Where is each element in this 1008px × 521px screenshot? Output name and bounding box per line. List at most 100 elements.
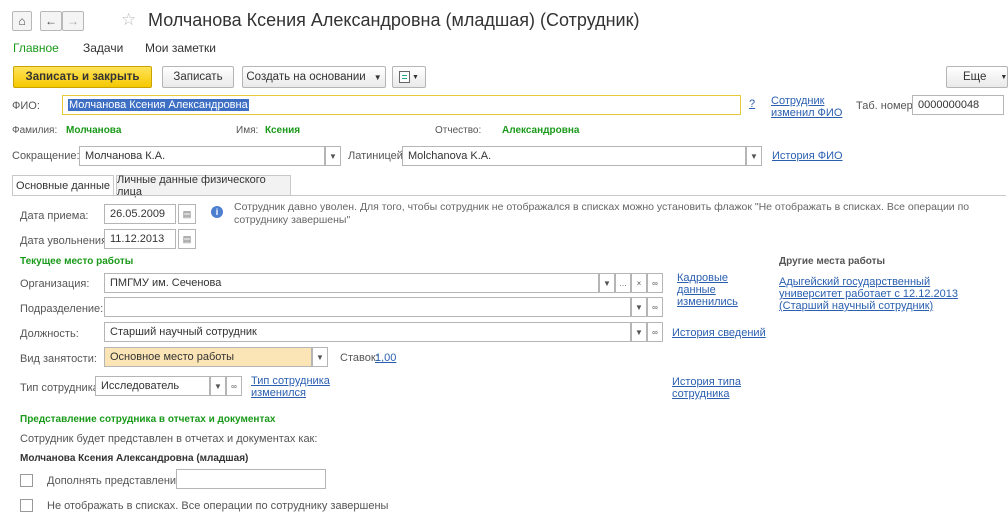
tab-number-label: Таб. номер:	[856, 100, 916, 112]
dept-label: Подразделение:	[20, 303, 104, 315]
rate-link[interactable]: 1,00	[375, 352, 396, 364]
other-places-title: Другие места работы	[779, 256, 886, 267]
latin-label: Латиницей:	[348, 150, 406, 162]
type-history-link[interactable]: История типа сотрудника	[672, 376, 752, 400]
employee-type-label: Тип сотрудника:	[20, 382, 102, 394]
representation-value: Молчанова Ксения Александровна (младшая)	[20, 453, 249, 464]
chevron-down-icon: ▼	[214, 381, 222, 391]
position-input[interactable]: Старший научный сотрудник	[104, 322, 631, 342]
org-dropdown[interactable]: ▼	[599, 273, 615, 293]
chevron-down-icon: ▼	[635, 302, 643, 312]
nav-main[interactable]: Главное	[13, 41, 59, 55]
home-button[interactable]: ⌂	[12, 11, 32, 31]
help-link[interactable]: ?	[749, 98, 755, 110]
dismiss-date-calendar-button[interactable]: ▤	[178, 229, 196, 249]
position-label: Должность:	[20, 328, 79, 340]
tab-number-input[interactable]: 0000000048	[912, 95, 1004, 115]
dismiss-date-label: Дата увольнения:	[20, 235, 111, 247]
dismiss-date-input[interactable]: 11.12.2013	[104, 229, 176, 249]
more-button[interactable]: Еще ▼	[946, 66, 1008, 88]
fio-input[interactable]: Молчанова Ксения Александровна	[62, 95, 741, 115]
position-open-button[interactable]: ∞	[647, 322, 663, 342]
employment-label: Вид занятости:	[20, 353, 97, 365]
link-icon: ∞	[652, 327, 658, 337]
create-based-label: Создать на основании	[246, 71, 366, 83]
hide-in-lists-label: Не отображать в списках. Все операции по…	[47, 500, 389, 512]
org-input[interactable]: ПМГМУ им. Сеченова	[104, 273, 599, 293]
short-name-input[interactable]: Молчанова К.А.	[79, 146, 325, 166]
nav-tasks[interactable]: Задачи	[83, 41, 123, 55]
fio-history-link[interactable]: История ФИО	[772, 150, 843, 162]
supplement-label: Дополнять представление	[47, 475, 183, 487]
employee-type-open-button[interactable]: ∞	[226, 376, 242, 396]
link-icon: ∞	[652, 278, 658, 288]
save-close-button[interactable]: Записать и закрыть	[13, 66, 152, 88]
hide-in-lists-checkbox[interactable]	[20, 499, 33, 512]
calendar-icon: ▤	[182, 233, 192, 244]
report-icon	[399, 71, 411, 83]
close-icon: ×	[636, 278, 642, 288]
forward-button[interactable]: →	[62, 11, 84, 31]
window-title: Молчанова Ксения Александровна (младшая)…	[148, 10, 640, 30]
name-label: Имя:	[236, 125, 259, 136]
info-icon: i	[211, 206, 223, 218]
link-icon: ∞	[652, 302, 658, 312]
back-button[interactable]: ←	[40, 11, 62, 31]
employee-type-input[interactable]: Исследователь	[95, 376, 210, 396]
hire-date-calendar-button[interactable]: ▤	[178, 204, 196, 224]
chevron-down-icon: ▼	[373, 72, 382, 82]
hire-date-label: Дата приема:	[20, 210, 89, 222]
employment-input[interactable]: Основное место работы	[104, 347, 312, 367]
chevron-down-icon: ▼	[603, 278, 611, 288]
more-label: Еще	[963, 71, 987, 83]
favorite-star-icon[interactable]: ☆	[121, 10, 136, 30]
chevron-down-icon: ▼	[329, 151, 337, 161]
representation-text: Сотрудник будет представлен в отчетах и …	[20, 433, 318, 445]
hr-data-changed-link[interactable]: Кадровые данные изменились	[677, 272, 761, 308]
dept-open-button[interactable]: ∞	[647, 297, 663, 317]
supplement-checkbox[interactable]	[20, 474, 33, 487]
latin-input[interactable]: Molchanova K.A.	[402, 146, 746, 166]
supplement-input[interactable]	[176, 469, 326, 489]
fio-changed-link[interactable]: Сотрудник изменил ФИО	[771, 95, 847, 119]
ellipsis-icon: …	[619, 278, 627, 288]
employee-type-dropdown[interactable]: ▼	[210, 376, 226, 396]
link-icon: ∞	[231, 381, 237, 391]
other-place-link[interactable]: Адыгейский государственный университет р…	[779, 276, 989, 312]
latin-dropdown[interactable]: ▼	[746, 146, 762, 166]
position-dropdown[interactable]: ▼	[631, 322, 647, 342]
tab-divider	[12, 195, 1006, 196]
employee-type-changed-link[interactable]: Тип сотрудника изменился	[251, 375, 331, 399]
org-open-button[interactable]: ∞	[647, 273, 663, 293]
patronymic-label: Отчество:	[435, 125, 482, 136]
dismissal-info-text: Сотрудник давно уволен. Для того, чтобы …	[234, 201, 970, 226]
arrow-right-icon: →	[67, 14, 79, 28]
dept-input[interactable]	[104, 297, 631, 317]
surname-label: Фамилия:	[12, 125, 58, 136]
org-select-button[interactable]: …	[615, 273, 631, 293]
representation-title: Представление сотрудника в отчетах и док…	[20, 414, 276, 425]
org-clear-button[interactable]: ×	[631, 273, 647, 293]
short-name-label: Сокращение:	[12, 150, 80, 162]
nav-notes[interactable]: Мои заметки	[145, 41, 216, 55]
name-value: Ксения	[265, 125, 301, 136]
info-history-link[interactable]: История сведений	[672, 327, 766, 339]
calendar-icon: ▤	[182, 208, 192, 219]
arrow-left-icon: ←	[45, 14, 57, 28]
fio-value: Молчанова Ксения Александровна	[68, 99, 249, 111]
tab-personal-data[interactable]: Личные данные физического лица	[116, 174, 291, 198]
patronymic-value: Александровна	[502, 125, 580, 136]
employment-dropdown[interactable]: ▼	[312, 347, 328, 367]
chevron-down-icon: ▼	[750, 151, 758, 161]
rate-label: Ставок:	[340, 352, 379, 364]
fio-label: ФИО:	[12, 100, 40, 112]
save-button[interactable]: Записать	[162, 66, 234, 88]
dept-dropdown[interactable]: ▼	[631, 297, 647, 317]
tab-main-data[interactable]: Основные данные	[12, 175, 114, 196]
chevron-down-icon: ▼	[412, 73, 419, 81]
short-name-dropdown[interactable]: ▼	[325, 146, 341, 166]
report-menu-button[interactable]: ▼	[392, 66, 426, 88]
hire-date-input[interactable]: 26.05.2009	[104, 204, 176, 224]
create-based-button[interactable]: Создать на основании ▼	[242, 66, 386, 88]
surname-value: Молчанова	[66, 125, 122, 136]
